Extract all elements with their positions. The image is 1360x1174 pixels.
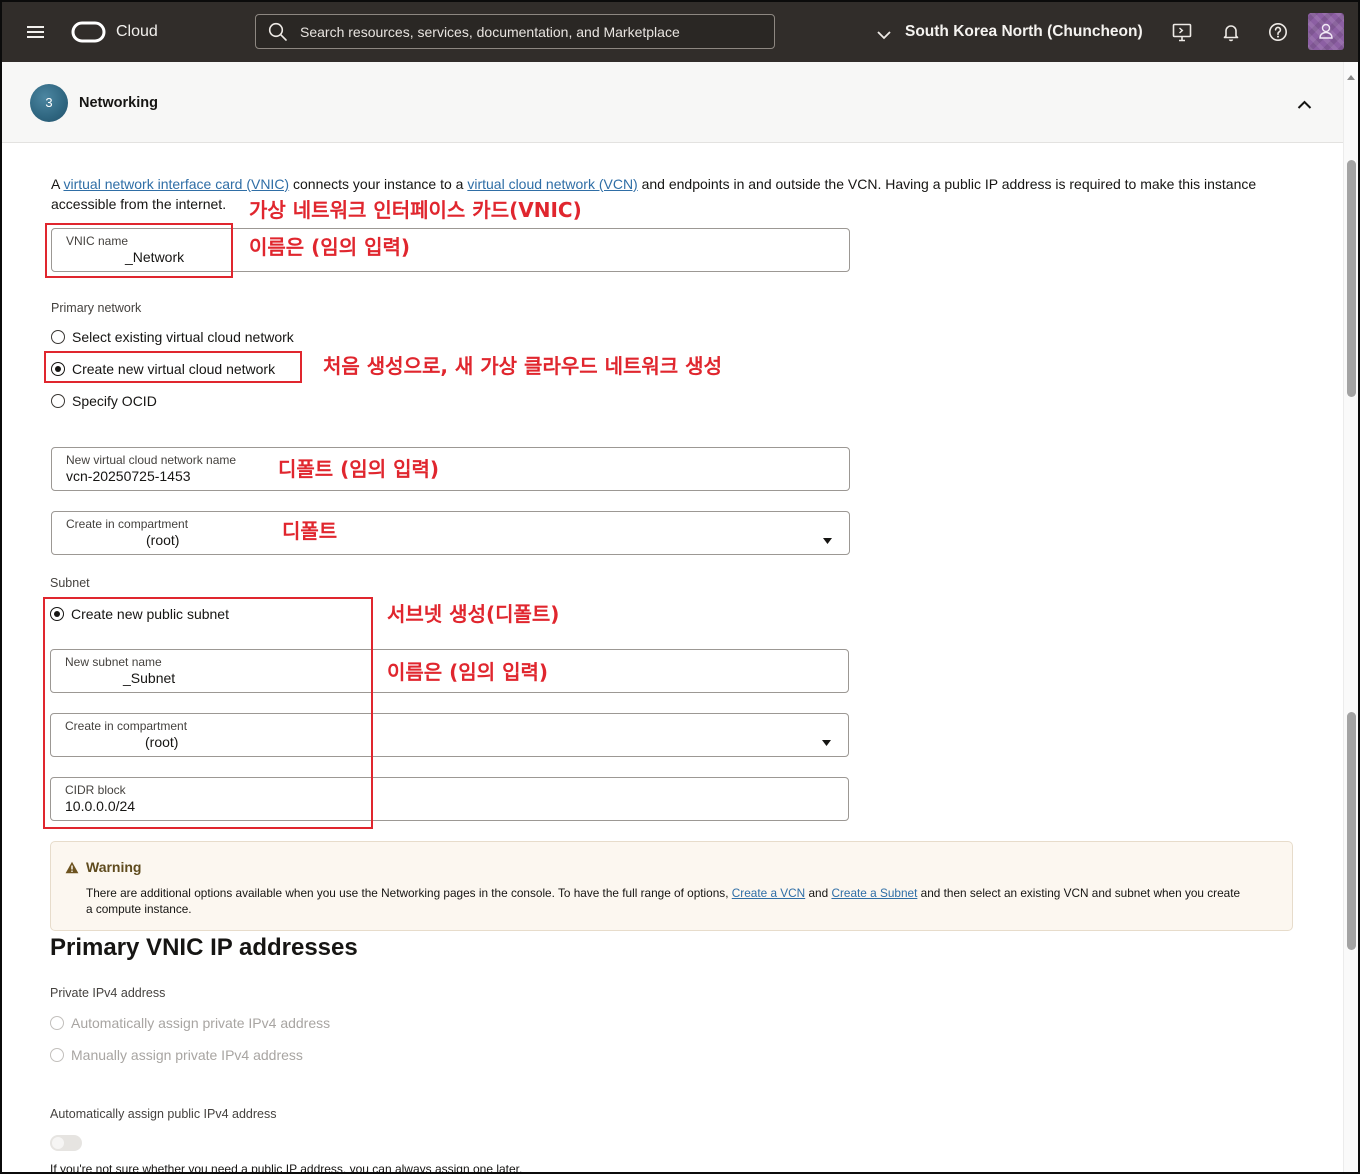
step-number-badge: 3 <box>30 84 68 122</box>
annotation-create-vcn: 처음 생성으로, 새 가상 클라우드 네트워크 생성 <box>323 354 722 378</box>
region-label: South Korea North (Chuncheon) <box>905 23 1143 40</box>
intro-text-line: A virtual network interface card (VNIC) … <box>51 175 1256 193</box>
hamburger-menu-icon[interactable] <box>26 24 46 40</box>
radio-specify-ocid[interactable]: Specify OCID <box>51 392 371 410</box>
region-selector[interactable]: South Korea North (Chuncheon) <box>877 20 1147 44</box>
radio-select-existing-vcn[interactable]: Select existing virtual cloud network <box>51 328 371 346</box>
radio-button[interactable] <box>50 1048 64 1062</box>
vertical-scrollbar[interactable] <box>1343 62 1358 1172</box>
cidr-block-field[interactable]: CIDR block 10.0.0.0/24 <box>50 777 849 821</box>
bell-icon[interactable] <box>1221 22 1241 42</box>
search-icon <box>268 22 288 42</box>
chevron-down-icon <box>877 27 891 40</box>
vcn-doc-link[interactable]: virtual cloud network (VCN) <box>467 176 637 192</box>
vnic-name-field[interactable]: VNIC name _Network <box>51 228 850 272</box>
warning-text: and <box>808 886 829 900</box>
new-subnet-name-label: New subnet name <box>65 655 162 669</box>
intro-tail: and endpoints in and outside the VCN. Ha… <box>641 176 1257 192</box>
radio-button[interactable] <box>51 394 65 408</box>
new-subnet-name-value[interactable]: _Subnet <box>123 669 175 687</box>
warning-icon <box>65 861 79 874</box>
chevron-up-icon[interactable] <box>1297 97 1312 109</box>
radio-label: Manually assign private IPv4 address <box>71 1047 303 1063</box>
public-ip-hint: If you're not sure whether you need a pu… <box>50 1162 523 1172</box>
radio-auto-private-ipv4[interactable]: Automatically assign private IPv4 addres… <box>50 1014 370 1032</box>
annotation-subnet-name: 이름은 (임의 입력) <box>387 660 549 684</box>
scrollbar-thumb[interactable] <box>1347 712 1356 950</box>
oracle-logo-icon[interactable] <box>71 21 106 43</box>
radio-button[interactable] <box>50 607 64 621</box>
new-vcn-name-value[interactable]: vcn-20250725-1453 <box>66 467 191 485</box>
section-title: Networking <box>79 95 158 111</box>
warning-text-line-2: a compute instance. <box>86 902 192 916</box>
vcn-compartment-value[interactable]: (root) <box>146 531 179 549</box>
vcn-compartment-label: Create in compartment <box>66 517 189 531</box>
networking-section-header[interactable]: 3 Networking <box>2 62 1343 143</box>
cidr-block-value[interactable]: 10.0.0.0/24 <box>65 797 135 815</box>
new-vcn-name-field[interactable]: New virtual cloud network name vcn-20250… <box>51 447 850 491</box>
search-bar[interactable] <box>255 14 775 49</box>
help-icon[interactable] <box>1268 22 1288 42</box>
annotation-subnet: 서브넷 생성(디폴트) <box>387 602 560 626</box>
subnet-compartment-value[interactable]: (root) <box>145 733 178 751</box>
radio-label: Specify OCID <box>72 393 157 409</box>
create-subnet-link[interactable]: Create a Subnet <box>831 886 917 900</box>
annotation-compartment: 디폴트 <box>282 519 338 543</box>
vnic-doc-link[interactable]: virtual network interface card (VNIC) <box>63 176 289 192</box>
subnet-compartment-label: Create in compartment <box>65 719 188 733</box>
brand-name[interactable]: Cloud <box>116 23 158 41</box>
radio-label: Select existing virtual cloud network <box>72 329 294 345</box>
public-ipv4-label: Automatically assign public IPv4 address <box>50 1107 277 1121</box>
intro-mid: connects your instance to a <box>293 176 464 192</box>
new-vcn-name-label: New virtual cloud network name <box>66 453 237 467</box>
radio-create-public-subnet[interactable]: Create new public subnet <box>50 605 370 623</box>
radio-button[interactable] <box>50 1016 64 1030</box>
warning-banner: Warning There are additional options ava… <box>50 841 1293 931</box>
subnet-compartment-select[interactable]: Create in compartment (root) <box>50 713 849 757</box>
radio-button[interactable] <box>51 362 65 376</box>
vnic-name-label: VNIC name <box>66 234 129 248</box>
warning-text-line: There are additional options available w… <box>86 885 1240 901</box>
warning-text: and then select an existing VCN and subn… <box>920 886 1241 900</box>
radio-label: Create new virtual cloud network <box>72 361 276 377</box>
dropdown-caret-icon[interactable] <box>822 733 831 746</box>
vcn-compartment-select[interactable]: Create in compartment (root) <box>51 511 850 555</box>
intro-lead: A <box>51 176 60 192</box>
app-root: Cloud South Korea North (Chuncheon) <box>0 0 1360 1174</box>
radio-label: Automatically assign private IPv4 addres… <box>71 1015 331 1031</box>
annotation-vnic: 가상 네트워크 인터페이스 카드(VNIC) <box>249 198 582 222</box>
annotation-vnic-name: 이름은 (임의 입력) <box>249 235 411 259</box>
private-ipv4-label: Private IPv4 address <box>50 986 166 1000</box>
warning-title: Warning <box>86 859 142 875</box>
toggle-knob <box>52 1137 64 1149</box>
annotation-vcn-name: 디폴트 (임의 입력) <box>278 457 440 481</box>
create-vcn-link[interactable]: Create a VCN <box>732 886 805 900</box>
scrollbar-thumb[interactable] <box>1347 160 1356 397</box>
top-nav-bar: Cloud South Korea North (Chuncheon) <box>0 0 1360 62</box>
radio-button[interactable] <box>51 330 65 344</box>
radio-manual-private-ipv4[interactable]: Manually assign private IPv4 address <box>50 1046 370 1064</box>
vnic-name-value[interactable]: _Network <box>125 248 184 266</box>
primary-network-label: Primary network <box>51 301 142 315</box>
scroll-up-arrow-icon[interactable] <box>1346 68 1356 80</box>
warning-text: There are additional options available w… <box>86 886 729 900</box>
user-avatar-icon[interactable] <box>1308 13 1344 50</box>
subnet-label: Subnet <box>50 576 90 590</box>
dropdown-caret-icon[interactable] <box>823 531 832 544</box>
public-ipv4-toggle[interactable] <box>50 1135 82 1151</box>
cloud-shell-icon[interactable] <box>1172 23 1192 42</box>
radio-label: Create new public subnet <box>71 606 229 622</box>
cidr-block-label: CIDR block <box>65 783 126 797</box>
ip-addresses-heading: Primary VNIC IP addresses <box>50 934 358 961</box>
search-input[interactable] <box>300 15 760 48</box>
intro-text-line-2: accessible from the internet. <box>51 196 227 212</box>
